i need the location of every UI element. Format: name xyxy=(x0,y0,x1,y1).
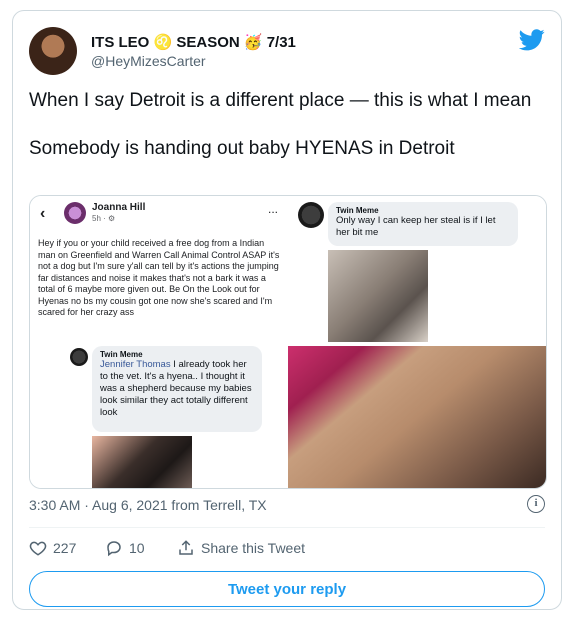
reply-count-button[interactable]: 10 xyxy=(105,539,145,557)
tweet-text-line: Somebody is handing out baby HYENAS in D… xyxy=(29,138,455,159)
comment-author: Twin Meme xyxy=(100,350,143,359)
share-button[interactable]: Share this Tweet xyxy=(177,539,305,557)
tweet-reply-button[interactable]: Tweet your reply xyxy=(29,571,545,607)
comment-avatar xyxy=(70,348,88,366)
tweet-media[interactable]: ‹ Joanna Hill 5h · ⚙ ... Hey if you or y… xyxy=(29,195,547,489)
tweet-text: When I say Detroit is a different place … xyxy=(29,89,539,161)
avatar[interactable] xyxy=(29,27,77,75)
twitter-bird-icon[interactable] xyxy=(519,29,545,51)
comment-text: Jennifer Thomas I already took her to th… xyxy=(100,359,254,419)
info-icon[interactable]: i xyxy=(527,495,545,513)
divider xyxy=(29,527,545,528)
back-arrow-icon: ‹ xyxy=(40,205,46,222)
reply-icon xyxy=(107,541,121,557)
comment-bubble: Twin Meme Only way I can keep her steal … xyxy=(328,202,518,246)
hyena-photo xyxy=(328,250,428,342)
fb-post-body: Hey if you or your child received a free… xyxy=(38,238,280,317)
like-count: 227 xyxy=(53,540,77,557)
tweet-card: ITS LEO ♌ SEASON 🥳 7/31 @HeyMizesCarter … xyxy=(12,10,562,610)
tweet-text-line: When I say Detroit is a different place … xyxy=(29,90,532,111)
fb-time: 5h · ⚙ xyxy=(92,214,116,223)
more-icon: ... xyxy=(267,202,278,216)
share-icon xyxy=(179,540,193,556)
hyena-closeup-photo xyxy=(288,346,546,488)
heart-icon xyxy=(29,541,47,556)
like-button[interactable]: 227 xyxy=(29,539,76,557)
fb-author: Joanna Hill xyxy=(92,202,146,213)
comment-screenshot: Twin Meme Jennifer Thomas I already took… xyxy=(30,346,288,488)
share-label: Share this Tweet xyxy=(201,540,306,557)
comment-author: Twin Meme xyxy=(336,206,379,215)
reply-count: 10 xyxy=(129,540,145,557)
comment-mention: Jennifer Thomas xyxy=(100,359,171,370)
display-name[interactable]: ITS LEO ♌ SEASON 🥳 7/31 xyxy=(91,33,296,51)
tweet-timestamp[interactable]: 3:30 AM · Aug 6, 2021 from Terrell, TX xyxy=(29,497,267,513)
facebook-post-screenshot: ‹ Joanna Hill 5h · ⚙ ... Hey if you or y… xyxy=(30,196,288,346)
hyena-photo xyxy=(92,436,192,488)
comment-bubble: Twin Meme Jennifer Thomas I already took… xyxy=(92,346,262,432)
comment-screenshot: Twin Meme Only way I can keep her steal … xyxy=(288,196,546,346)
comment-text: Only way I can keep her steal is if I le… xyxy=(336,215,496,238)
user-handle[interactable]: @HeyMizesCarter xyxy=(91,53,206,69)
comment-avatar xyxy=(298,202,324,228)
fb-avatar xyxy=(64,202,86,224)
